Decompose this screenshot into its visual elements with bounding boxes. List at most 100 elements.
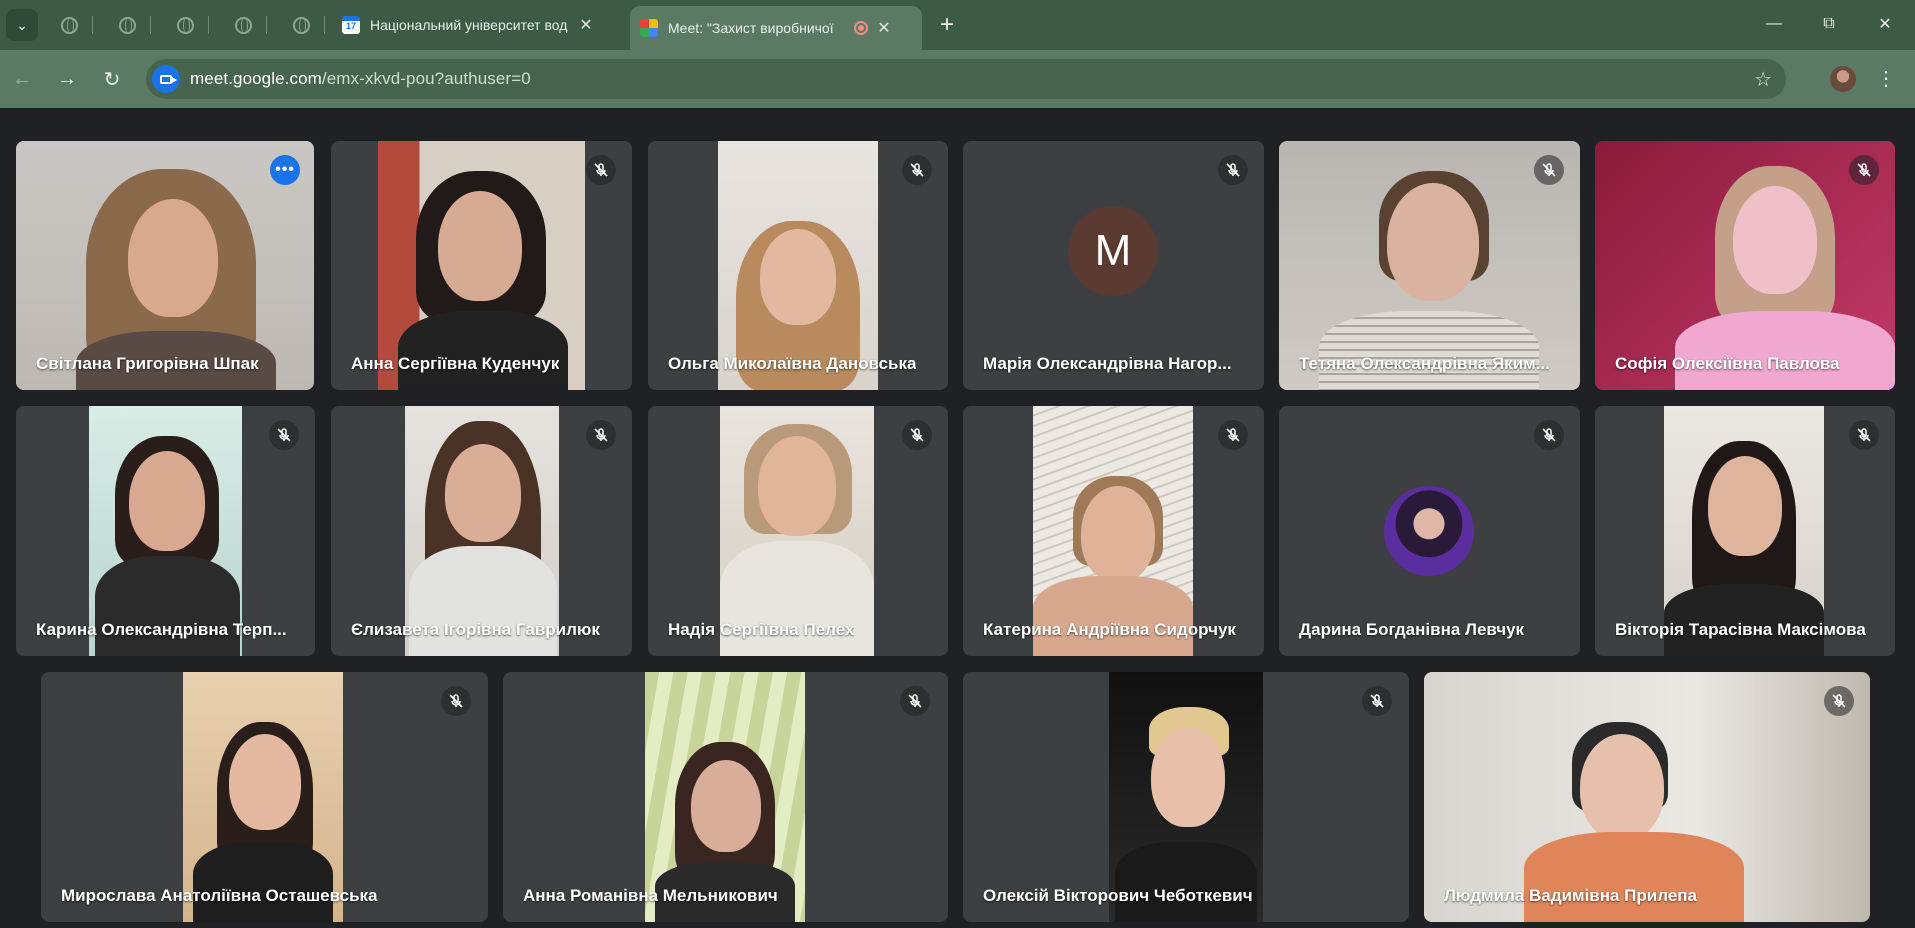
participant-tile[interactable]: Катерина Андріївна Сидорчук [963,406,1264,656]
pinned-tab-1[interactable] [54,10,84,40]
participant-video [405,406,559,656]
url-text[interactable]: meet.google.com/emx-xkvd-pou?authuser=0 [190,69,531,89]
mic-off-icon [1849,420,1879,450]
tab-separator [324,16,325,34]
participant-video [89,406,242,656]
close-icon[interactable]: ✕ [578,15,594,35]
calendar-icon: 17 [342,16,360,34]
participant-video [1109,672,1263,922]
participant-tile[interactable]: Мирослава Анатоліївна Осташевська [41,672,488,922]
participant-name: Анна Сергіївна Куденчук [351,354,560,373]
participant-name: Карина Олександрівна Терп... [36,620,287,639]
minimize-icon: — [1766,15,1782,32]
participant-video [645,672,805,922]
participant-name: Вікторія Тарасівна Максімова [1615,620,1866,639]
participant-tile[interactable]: Людмила Вадимівна Прилепа [1424,672,1870,922]
participant-video [720,406,874,656]
participant-tile[interactable]: Вікторія Тарасівна Максімова [1595,406,1895,656]
forward-button[interactable]: → [51,63,83,95]
mic-off-icon [586,155,616,185]
minimize-button[interactable]: — [1751,8,1797,40]
participant-video [1279,141,1580,390]
mic-off-icon [269,420,299,450]
participant-tile[interactable]: Анна Сергіївна Куденчук [331,141,632,390]
more-horiz-icon: ••• [275,161,295,178]
globe-icon [234,16,252,34]
participant-name: Єлизавета Ігорівна Гаврилюк [351,620,600,639]
reload-icon: ↻ [103,68,121,91]
mic-off-icon [1534,155,1564,185]
tab-meet[interactable]: Meet: "Захист виробничої ✕ [630,6,922,50]
more-vert-icon: ⋮ [1876,68,1896,90]
pinned-tab-5[interactable] [286,10,316,40]
participant-tile[interactable]: Олексій Вікторович Чеботкевич [963,672,1409,922]
google-meet-icon [640,19,658,37]
url-path: /emx-xkvd-pou?authuser=0 [321,69,531,88]
profile-avatar[interactable] [1830,66,1856,92]
address-bar[interactable]: meet.google.com/emx-xkvd-pou?authuser=0 … [146,59,1786,99]
mic-off-icon [441,686,471,716]
participant-tile[interactable]: Ольга Миколаївна Дановська [648,141,948,390]
bookmark-star-icon[interactable]: ☆ [1754,67,1772,92]
participant-tile[interactable]: Тетяна Олександрівна Яким... [1279,141,1580,390]
close-window-button[interactable]: ✕ [1862,8,1908,40]
participant-name: Дарина Богданівна Левчук [1299,620,1525,639]
tab-title: Національний університет вод [370,17,568,33]
participant-name: Людмила Вадимівна Прилепа [1444,886,1697,905]
browser-toolbar: ← → ↻ meet.google.com/emx-xkvd-pou?authu… [0,50,1915,108]
tab-university[interactable]: 17 Національний університет вод ✕ [332,8,622,42]
participant-name: Катерина Андріївна Сидорчук [983,620,1236,639]
mic-off-icon [1824,686,1854,716]
globe-icon [60,16,78,34]
participant-name: Тетяна Олександрівна Яким... [1299,354,1550,373]
participant-name: Світлана Григорівна Шпак [36,354,259,373]
participant-tile[interactable]: M Марія Олександрівна Нагор... [963,141,1264,390]
mic-off-icon [900,686,930,716]
pinned-tab-4[interactable] [228,10,258,40]
reload-button[interactable]: ↻ [96,63,128,95]
more-options-button[interactable]: ••• [270,155,300,185]
restore-icon: ⧉ [1823,15,1835,32]
participant-video [1424,672,1870,922]
globe-icon [292,16,310,34]
participant-tile[interactable]: Надія Сергіївна Пелех [648,406,948,656]
mic-off-icon [1218,420,1248,450]
site-info-button[interactable] [152,65,180,93]
video-camera-icon [160,74,177,84]
participant-name: Софія Олексіївна Павлова [1615,354,1840,373]
mic-off-icon [902,420,932,450]
restore-button[interactable]: ⧉ [1806,8,1852,40]
participant-name: Олексій Вікторович Чеботкевич [983,886,1253,905]
participant-video [16,141,314,390]
participant-tile[interactable]: Карина Олександрівна Терп... [16,406,315,656]
tab-search-button[interactable]: ⌄ [6,9,38,41]
participant-tile[interactable]: Єлизавета Ігорівна Гаврилюк [331,406,632,656]
recording-icon [854,21,868,35]
participant-video [1595,141,1895,390]
browser-tab-strip: ⌄ 17 Національний університет вод ✕ Meet… [0,0,1915,50]
participant-video [718,141,878,390]
mic-off-icon [1849,155,1879,185]
mic-off-icon [1534,420,1564,450]
participant-video [378,141,585,390]
participant-tile[interactable]: Анна Романівна Мельникович [503,672,948,922]
participant-name: Ольга Миколаївна Дановська [668,354,917,373]
pinned-tab-2[interactable] [112,10,142,40]
participant-name: Марія Олександрівна Нагор... [983,354,1232,373]
pinned-tab-3[interactable] [170,10,200,40]
browser-menu-button[interactable]: ⋮ [1876,64,1896,94]
mic-off-icon [586,420,616,450]
back-button[interactable]: ← [6,63,38,95]
participant-video [183,672,343,922]
close-icon[interactable]: ✕ [876,18,892,38]
tab-title: Meet: "Захист виробничої [668,20,834,36]
mic-off-icon [1362,686,1392,716]
plus-icon: + [939,11,954,38]
close-icon: ✕ [1878,16,1892,33]
tab-separator [208,16,209,34]
participant-tile[interactable]: Дарина Богданівна Левчук [1279,406,1580,656]
new-tab-button[interactable]: + [932,10,962,40]
participant-name: Надія Сергіївна Пелех [668,620,855,639]
participant-tile[interactable]: ••• Світлана Григорівна Шпак [16,141,314,390]
participant-tile[interactable]: Софія Олексіївна Павлова [1595,141,1895,390]
